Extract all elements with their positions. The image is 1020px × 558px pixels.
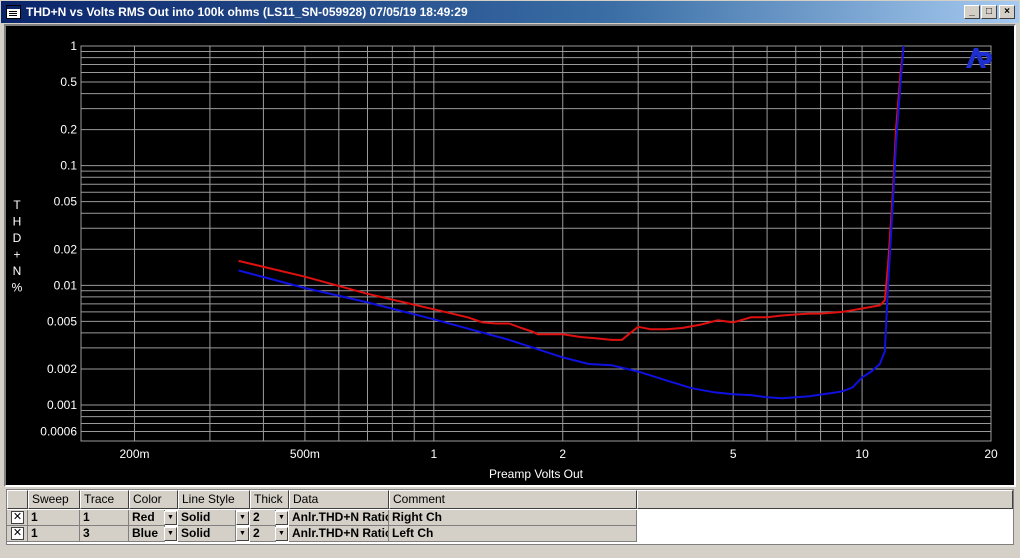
y-tick-label: 0.05	[54, 195, 78, 209]
plot-area-border	[80, 45, 992, 442]
x-tick-label: 5	[730, 447, 737, 461]
window-title: THD+N vs Volts RMS Out into 100k ohms (L…	[26, 5, 468, 19]
y-tick-label: 0.002	[47, 362, 77, 376]
y-tick-label: 0.1	[60, 159, 77, 173]
legend-header-trace[interactable]: Trace	[80, 490, 129, 509]
x-tick-label: 10	[855, 447, 869, 461]
maximize-button[interactable]: □	[981, 5, 997, 19]
trace-1-thick-dropdown[interactable]: ▼	[275, 511, 288, 525]
trace-3-trace[interactable]: 3	[80, 526, 129, 542]
trace-1-data[interactable]: Anlr.THD+N Ratio	[289, 510, 389, 526]
trace-3-thick-dropdown[interactable]: ▼	[275, 527, 288, 541]
trace-1-thick[interactable]: 2	[250, 510, 276, 526]
y-axis-label-char: +	[13, 248, 20, 262]
close-button[interactable]: ×	[999, 5, 1015, 19]
minimize-button[interactable]: _	[964, 5, 980, 19]
legend-header-spacer	[637, 490, 1013, 509]
app-window-icon[interactable]	[6, 5, 21, 19]
thdn-chart: 200m 500m 1 2 5 10 20 1 0.5 0.2 0.1 0.05 0.02 0.01 0.0…	[12, 39, 998, 481]
trace-3-sweep[interactable]: 1	[28, 526, 80, 542]
trace-1-line-style[interactable]: Solid	[178, 510, 236, 526]
y-axis-label-char: D	[13, 231, 22, 245]
y-tick-label: 0.005	[47, 314, 77, 328]
trace-3-comment[interactable]: Left Ch	[389, 526, 637, 542]
x-tick-label: 2	[559, 447, 566, 461]
x-axis-label: Preamp Volts Out	[489, 467, 584, 481]
y-tick-label: 0.001	[47, 398, 77, 412]
trace-3-color-dropdown[interactable]: ▼	[164, 527, 177, 541]
trace-3-enabled-checkbox[interactable]: ✕	[11, 527, 24, 540]
x-tick-label: 200m	[119, 447, 149, 461]
legend-header-check	[7, 490, 28, 509]
y-tick-label: 0.02	[54, 242, 78, 256]
y-axis-label-char: %	[12, 281, 23, 295]
y-tick-label: 0.5	[60, 75, 77, 89]
graph-panel[interactable]: 200m 500m 1 2 5 10 20 1 0.5 0.2 0.1 0.05 0.02 0.01 0.0…	[4, 24, 1016, 487]
y-tick-label: 1	[70, 39, 77, 53]
trace-3-data[interactable]: Anlr.THD+N Ratio	[289, 526, 389, 542]
legend-header-color[interactable]: Color	[129, 490, 178, 509]
y-axis-label-char: H	[13, 215, 22, 229]
trace-legend-table: Sweep Trace Color Line Style Thick Data …	[6, 489, 1014, 545]
title-bar: THD+N vs Volts RMS Out into 100k ohms (L…	[0, 0, 1020, 24]
y-tick-label: 0.01	[54, 278, 78, 292]
trace-3-line-style[interactable]: Solid	[178, 526, 236, 542]
legend-header-data[interactable]: Data	[289, 490, 389, 509]
y-axis-label-char: N	[13, 264, 22, 278]
trace-1-line-style-dropdown[interactable]: ▼	[236, 511, 249, 525]
legend-header-sweep[interactable]: Sweep	[28, 490, 80, 509]
trace-3-line-style-dropdown[interactable]: ▼	[236, 527, 249, 541]
y-tick-label: 0.2	[60, 123, 77, 137]
x-tick-label: 500m	[290, 447, 320, 461]
x-tick-label: 20	[984, 447, 998, 461]
trace-1-comment[interactable]: Right Ch	[389, 510, 637, 526]
y-axis-label-char: T	[13, 198, 21, 212]
trace-1-sweep[interactable]: 1	[28, 510, 80, 526]
y-tick-label: 0.0006	[40, 425, 77, 439]
legend-header-line-style[interactable]: Line Style	[178, 490, 250, 509]
legend-header-comment[interactable]: Comment	[389, 490, 637, 509]
trace-1-trace[interactable]: 1	[80, 510, 129, 526]
trace-1-color-dropdown[interactable]: ▼	[164, 511, 177, 525]
trace-1-enabled-checkbox[interactable]: ✕	[11, 511, 24, 524]
x-tick-label: 1	[430, 447, 437, 461]
legend-header-thick[interactable]: Thick	[250, 490, 289, 509]
trace-1-color[interactable]: Red	[129, 510, 165, 526]
trace-3-color[interactable]: Blue	[129, 526, 165, 542]
trace-3-thick[interactable]: 2	[250, 526, 276, 542]
